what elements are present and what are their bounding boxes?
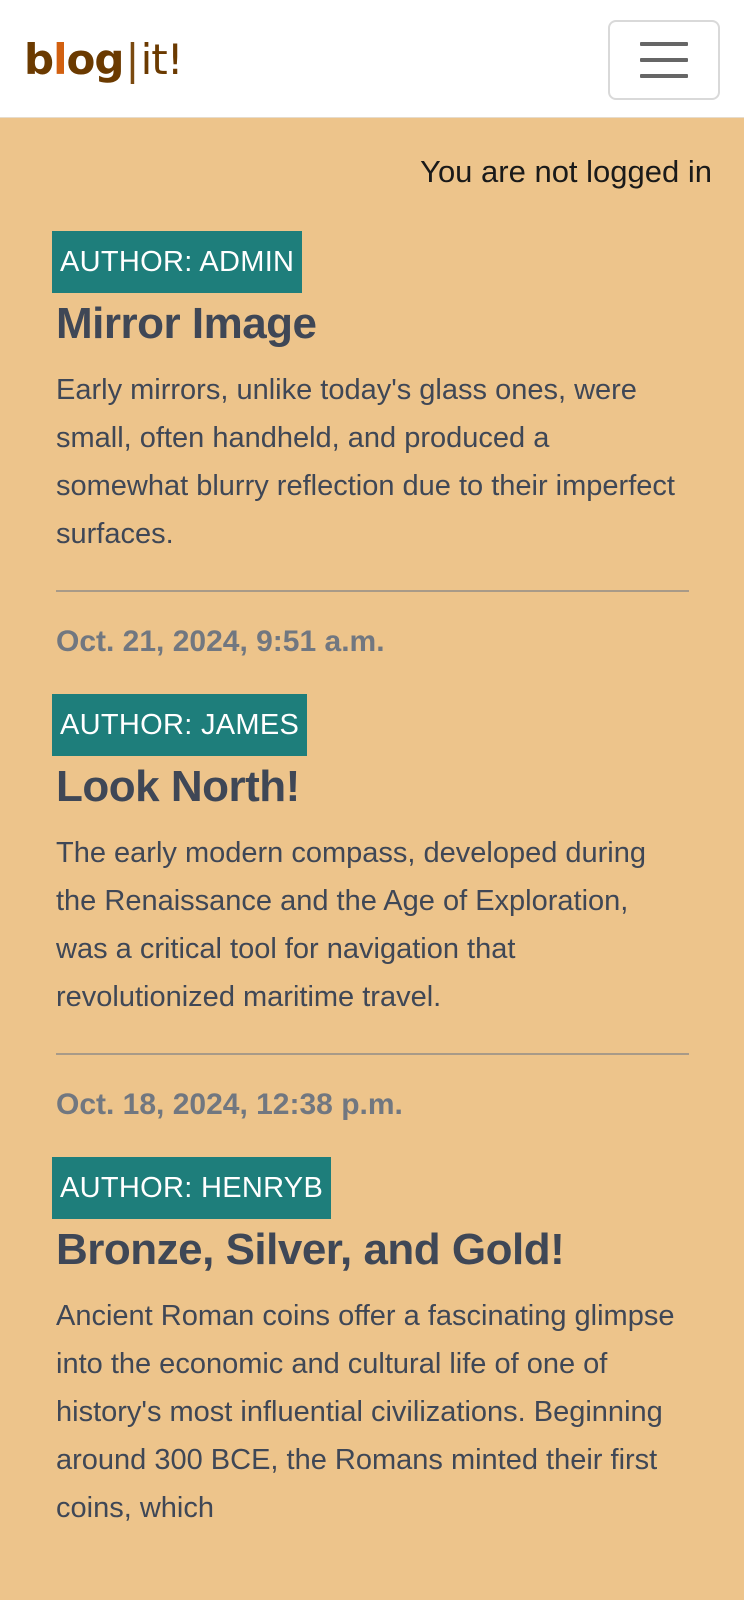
hamburger-icon-bar bbox=[640, 74, 688, 78]
post-body: Early mirrors, unlike today's glass ones… bbox=[56, 374, 675, 550]
post-title[interactable]: Bronze, Silver, and Gold! bbox=[56, 1220, 689, 1280]
author-badge: AUTHOR: ADMIN bbox=[52, 231, 303, 293]
post-card: AUTHOR: HENRYB Bronze, Silver, and Gold!… bbox=[52, 1157, 689, 1532]
post-title[interactable]: Mirror Image bbox=[56, 294, 689, 354]
brand-separator: | bbox=[125, 35, 139, 84]
brand-part-it: it! bbox=[140, 35, 184, 84]
hamburger-icon-bar bbox=[640, 42, 688, 46]
brand-logo[interactable]: blog|it! bbox=[24, 32, 184, 88]
post-list: AUTHOR: ADMIN Mirror Image Early mirrors… bbox=[52, 231, 689, 1564]
post-title[interactable]: Look North! bbox=[56, 757, 689, 817]
author-badge: AUTHOR: HENRYB bbox=[52, 1157, 332, 1219]
navbar-toggler-button[interactable] bbox=[608, 20, 720, 100]
hamburger-icon-bar bbox=[640, 58, 688, 62]
post-card: AUTHOR: ADMIN Mirror Image Early mirrors… bbox=[52, 231, 689, 662]
post-date: Oct. 18, 2024, 12:38 p.m. bbox=[56, 1088, 403, 1121]
post-divider bbox=[56, 590, 689, 592]
post-divider bbox=[56, 1053, 689, 1055]
login-status: You are not logged in bbox=[420, 154, 712, 189]
brand-part-b: b bbox=[24, 35, 54, 84]
navbar: blog|it! bbox=[0, 0, 744, 118]
brand-part-l: l bbox=[53, 35, 67, 84]
brand-part-og: og bbox=[66, 35, 124, 84]
author-badge: AUTHOR: JAMES bbox=[52, 694, 308, 756]
post-body: The early modern compass, developed duri… bbox=[56, 837, 646, 1013]
post-date: Oct. 21, 2024, 9:51 a.m. bbox=[56, 625, 385, 658]
post-body: Ancient Roman coins offer a fascinating … bbox=[56, 1300, 675, 1524]
post-card: AUTHOR: JAMES Look North! The early mode… bbox=[52, 694, 689, 1125]
